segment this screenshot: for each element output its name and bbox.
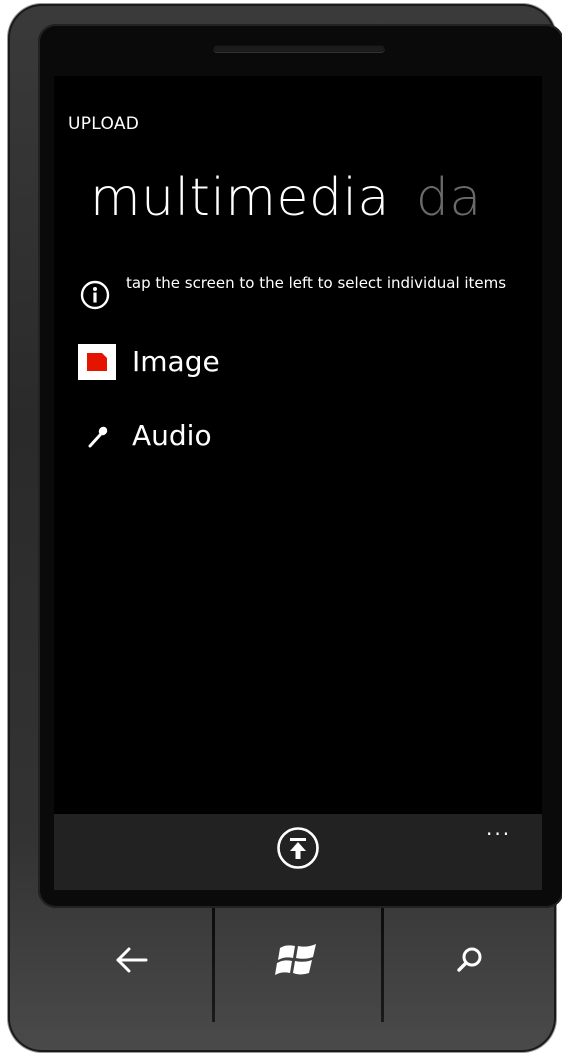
back-arrow-icon[interactable] xyxy=(102,930,162,990)
app-bar: ... xyxy=(54,814,542,890)
info-text: tap the screen to the left to select ind… xyxy=(126,274,507,292)
hardware-divider xyxy=(212,908,215,1022)
image-icon xyxy=(78,344,116,380)
item-label-audio: Audio xyxy=(132,419,212,452)
microphone-icon xyxy=(88,426,108,448)
upload-icon[interactable] xyxy=(276,826,320,870)
app-bar-more-button[interactable]: ... xyxy=(486,818,511,838)
phone-screen[interactable]: UPLOAD multimedia da tap the screen to th… xyxy=(54,76,542,890)
info-icon xyxy=(80,280,110,310)
search-icon[interactable] xyxy=(440,930,500,990)
windows-logo-icon[interactable] xyxy=(268,930,328,990)
speaker-grille xyxy=(213,44,385,52)
pivot-header-multimedia[interactable]: multimedia xyxy=(90,168,390,228)
item-label-image: Image xyxy=(132,345,220,378)
app-title: UPLOAD xyxy=(68,114,140,134)
pivot-header-next[interactable]: da xyxy=(416,168,482,228)
hardware-divider xyxy=(381,908,384,1022)
pivot-headers: multimedia da xyxy=(90,168,482,228)
